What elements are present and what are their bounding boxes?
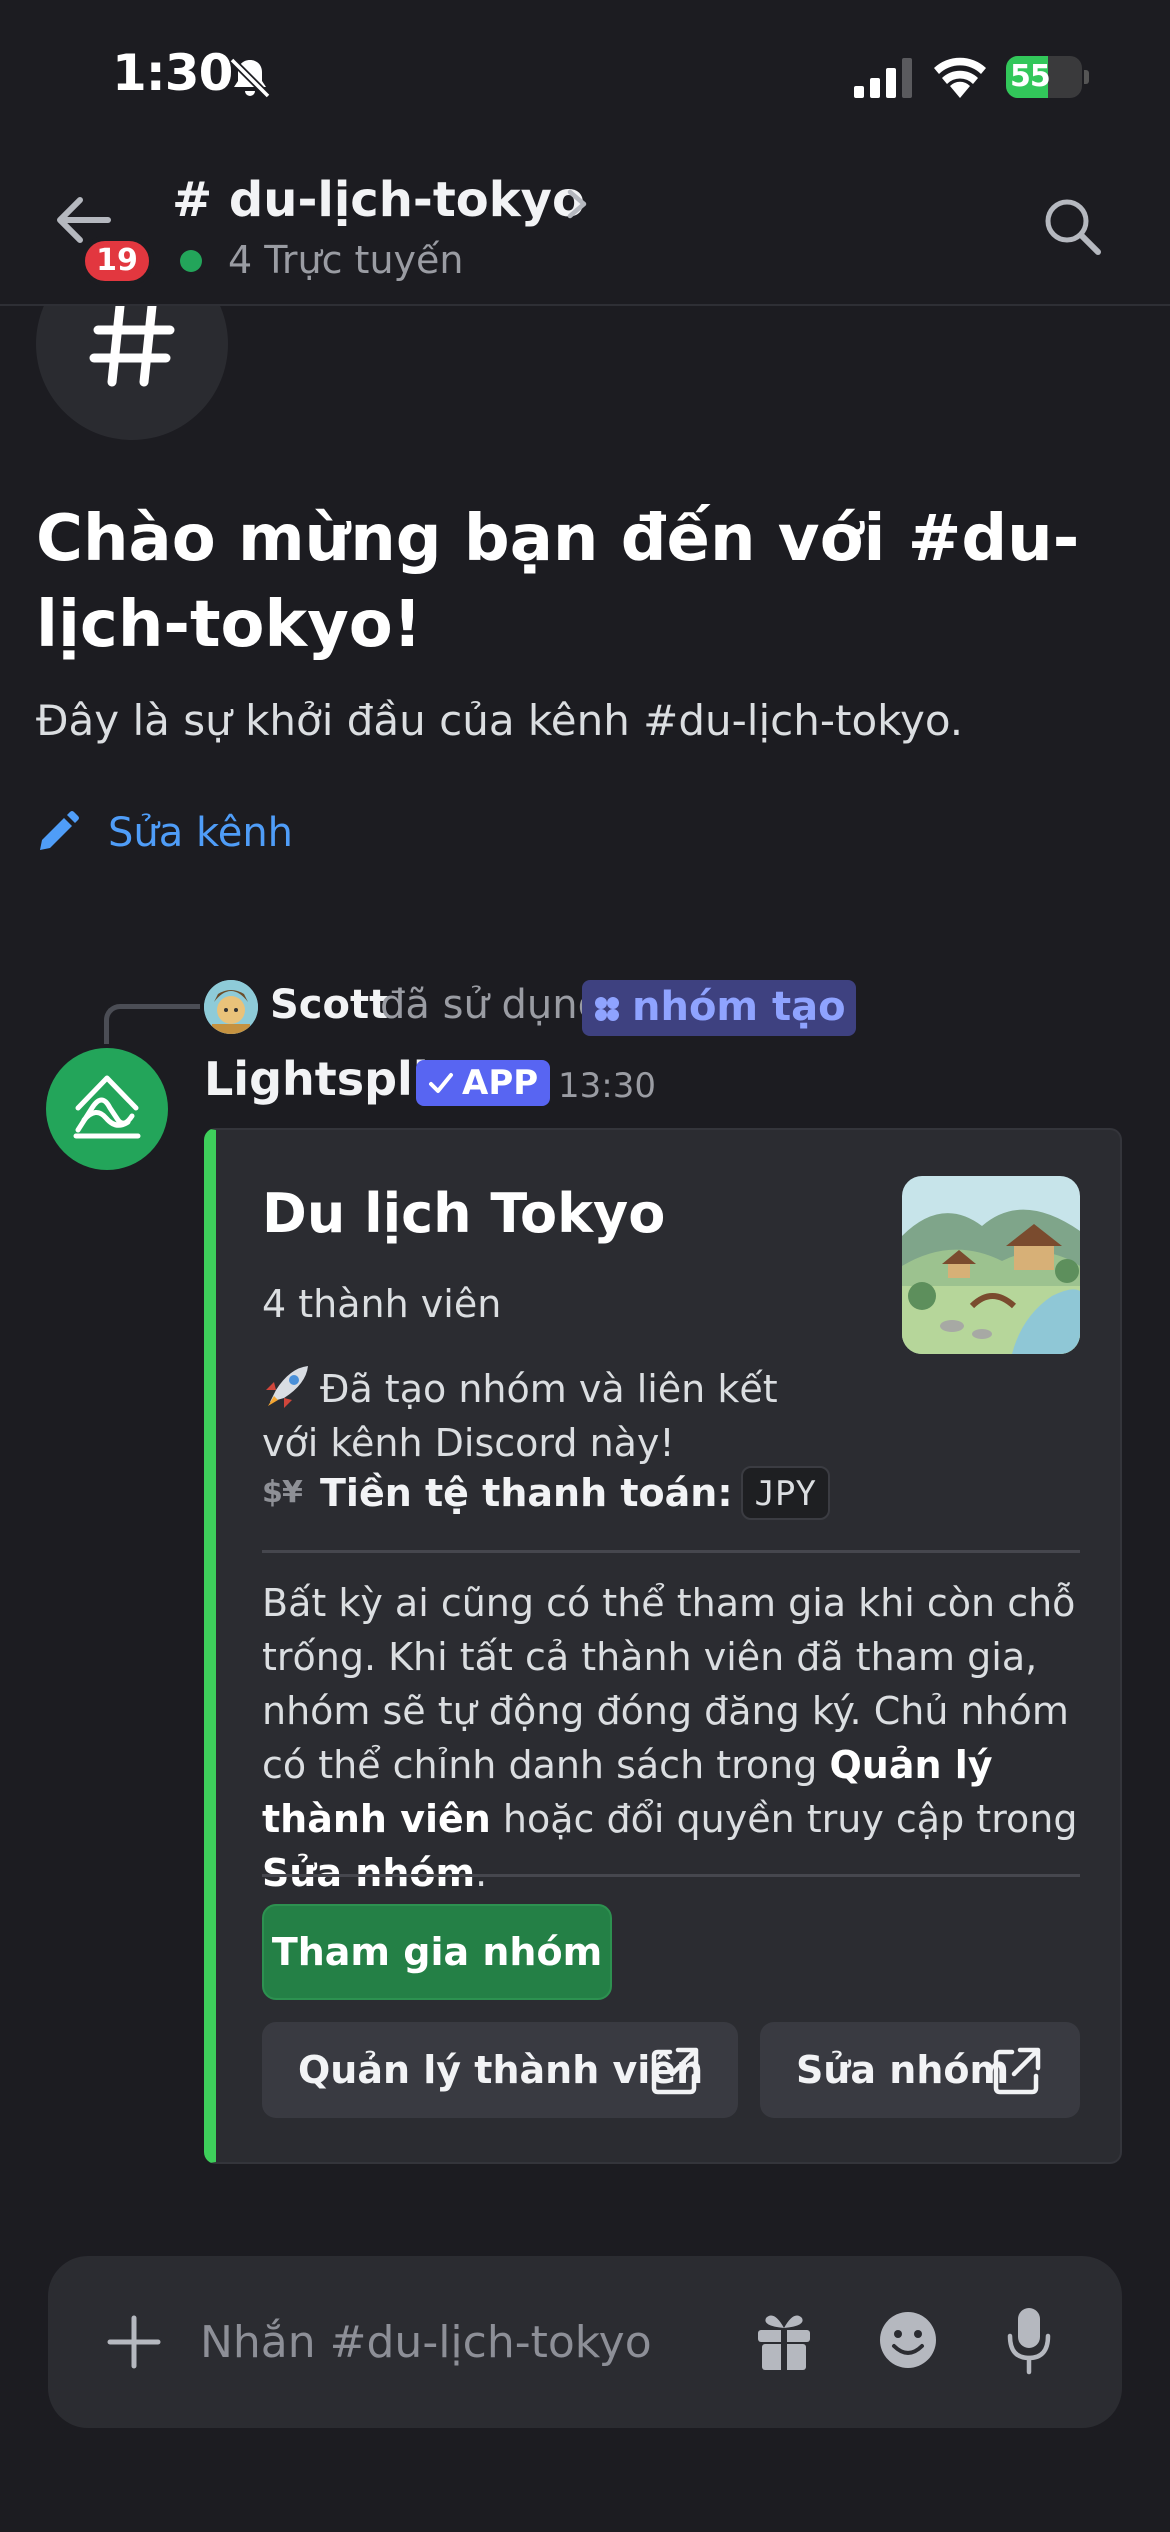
- status-time: 1:30: [112, 44, 233, 102]
- reply-connector: [104, 1004, 200, 1044]
- unread-badge: 19: [80, 236, 154, 286]
- app-command-icon: [595, 997, 619, 1021]
- message-input[interactable]: [200, 2308, 720, 2376]
- edit-channel-label: Sửa kênh: [108, 810, 294, 856]
- online-status-dot: [180, 250, 202, 272]
- rocket-icon: [266, 1366, 308, 1408]
- embed-thumbnail[interactable]: [902, 1176, 1080, 1354]
- plus-icon[interactable]: [104, 2312, 164, 2372]
- created-message: Đã tạo nhóm và liên kết với kênh Discord…: [262, 1362, 822, 1470]
- status-bar: 1:30 55: [0, 0, 1170, 150]
- online-count: 4 Trực tuyến: [228, 238, 464, 282]
- created-text: Đã tạo nhóm và liên kết với kênh Discord…: [262, 1367, 778, 1465]
- divider: [262, 1874, 1080, 1877]
- desc-text: hoặc đổi quyền truy cập trong: [490, 1797, 1078, 1841]
- message-timestamp: 13:30: [558, 1066, 656, 1106]
- currency-label: Tiền tệ thanh toán:: [320, 1471, 733, 1515]
- edit-group-button[interactable]: Sửa nhóm: [760, 2022, 1080, 2118]
- bot-avatar[interactable]: [46, 1048, 168, 1170]
- app-tag: APP: [416, 1060, 551, 1106]
- gift-icon[interactable]: [754, 2308, 814, 2372]
- smiley-icon[interactable]: [876, 2308, 940, 2372]
- battery-indicator: 55: [1006, 56, 1089, 98]
- channel-header: 19 # du-lịch-tokyo 4 Trực tuyến: [0, 150, 1170, 306]
- divider: [262, 1550, 1080, 1553]
- microphone-icon[interactable]: [1004, 2306, 1054, 2376]
- member-count: 4 thành viên: [262, 1282, 502, 1326]
- checkmark-icon: [429, 1073, 453, 1093]
- cellular-signal-icon: [854, 58, 912, 98]
- manage-members-button[interactable]: Quản lý thành viên: [262, 2022, 738, 2118]
- hash-icon: [89, 301, 175, 387]
- avatar[interactable]: [204, 980, 258, 1034]
- desc-text: .: [475, 1851, 488, 1895]
- pencil-icon: [40, 811, 79, 850]
- reply-user-name[interactable]: Scott: [270, 982, 388, 1028]
- desc-bold-edit: Sửa nhóm: [262, 1851, 476, 1895]
- manage-members-label: Quản lý thành viên: [298, 2048, 704, 2092]
- embed-description: Bất kỳ ai cũng có thể tham gia khi còn c…: [262, 1576, 1092, 1900]
- currency-row: $ ¥ Tiền tệ thanh toán: JPY: [262, 1466, 830, 1520]
- embed-title: Du lịch Tokyo: [262, 1182, 666, 1245]
- wifi-icon: [934, 57, 986, 98]
- battery-level: 55: [1010, 59, 1051, 94]
- edit-group-label: Sửa nhóm: [796, 2048, 1010, 2092]
- welcome-title: Chào mừng bạn đến với #du-lịch-tokyo!: [36, 502, 1080, 662]
- reply-used-text: đã sử dụng: [380, 982, 604, 1028]
- group-embed: Du lịch Tokyo 4 thành viên Đã tạo nhóm v…: [204, 1128, 1122, 2164]
- currency-exchange-icon: $ ¥: [262, 1475, 303, 1510]
- join-group-button[interactable]: Tham gia nhóm: [262, 1904, 612, 2000]
- welcome-subtitle: Đây là sự khởi đầu của kênh #du-lịch-tok…: [36, 696, 964, 745]
- chevron-right-icon[interactable]: [562, 184, 592, 224]
- channel-title[interactable]: # du-lịch-tokyo: [172, 172, 585, 228]
- bell-slash-icon: [229, 57, 271, 99]
- landscape-illustration: [902, 1176, 1080, 1354]
- command-mention[interactable]: nhóm tạo: [582, 980, 856, 1036]
- svg-text:¥: ¥: [282, 1475, 303, 1510]
- message-author[interactable]: Lightsplit: [204, 1052, 451, 1106]
- app-tag-label: APP: [462, 1063, 539, 1103]
- currency-code: JPY: [740, 1466, 830, 1520]
- message-composer: [48, 2256, 1122, 2428]
- svg-text:$: $: [262, 1475, 283, 1510]
- command-name: nhóm tạo: [632, 984, 846, 1030]
- external-link-icon: [993, 2047, 1041, 2095]
- lightsplit-logo-icon: [73, 1075, 141, 1139]
- external-link-icon: [651, 2047, 699, 2095]
- search-icon[interactable]: [1040, 194, 1104, 258]
